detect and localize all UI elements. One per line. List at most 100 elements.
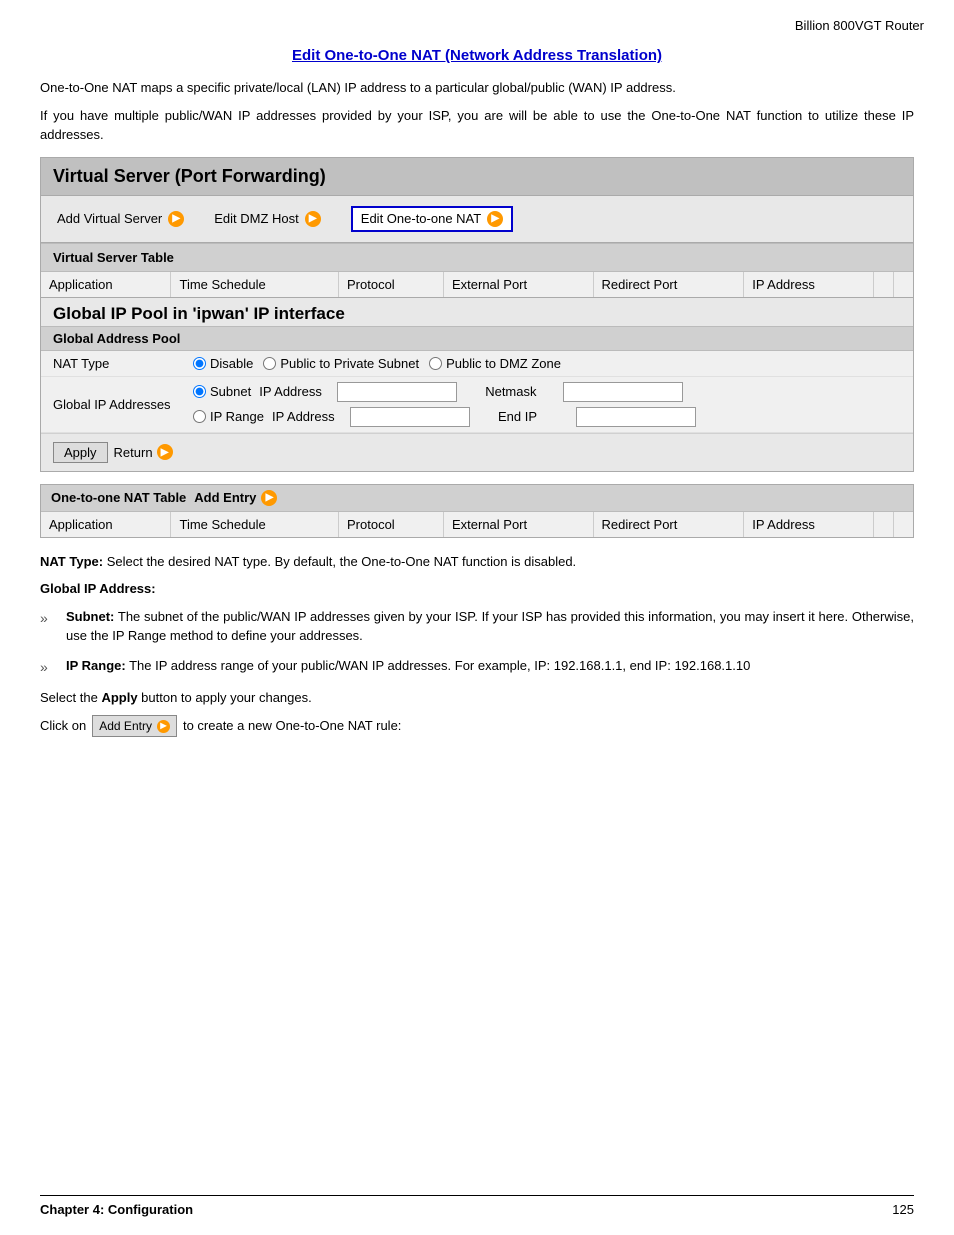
vs-col-external-port: External Port [443, 272, 593, 297]
nat-public-private-option[interactable]: Public to Private Subnet [263, 356, 419, 371]
global-ip-desc-title: Global IP Address: [40, 579, 914, 599]
add-virtual-server-btn[interactable]: Add Virtual Server ▶ [57, 211, 184, 227]
edit-one-to-one-nat-btn[interactable]: Edit One-to-one NAT ▶ [351, 206, 513, 232]
vs-col-edit [873, 272, 893, 297]
ip-range-bullet: » IP Range: The IP address range of your… [40, 656, 914, 678]
add-entry-inline-btn[interactable]: Add Entry ▶ [92, 715, 177, 737]
vs-table-section: Virtual Server Table Application Time Sc… [41, 243, 913, 298]
nat-disable-label: Disable [210, 356, 253, 371]
brand-label: Billion 800VGT Router [795, 18, 924, 33]
footer-page-number: 125 [892, 1202, 914, 1217]
nat-table: Application Time Schedule Protocol Exter… [41, 512, 913, 537]
vs-table-header-row: Application Time Schedule Protocol Exter… [41, 272, 913, 297]
bullet-icon-1: » [40, 607, 60, 646]
subnet-option[interactable]: Subnet [193, 384, 251, 399]
edit-dmz-host-btn[interactable]: Edit DMZ Host ▶ [214, 211, 321, 227]
vs-title: Virtual Server (Port Forwarding) [41, 158, 913, 196]
nat-dmz-option[interactable]: Public to DMZ Zone [429, 356, 561, 371]
nat-table-header-row: Application Time Schedule Protocol Exter… [41, 512, 913, 537]
page-title: Edit One-to-One NAT (Network Address Tra… [40, 47, 914, 64]
nat-public-private-radio[interactable] [263, 357, 276, 370]
nat-table-title: One-to-one NAT Table [51, 490, 186, 505]
nat-col-application: Application [41, 512, 171, 537]
nat-col-time-schedule: Time Schedule [171, 512, 339, 537]
nat-type-row: NAT Type Disable Public to Private Subne… [41, 351, 913, 377]
vs-col-protocol: Protocol [339, 272, 444, 297]
add-entry-btn[interactable]: Add Entry ▶ [194, 490, 277, 506]
nat-type-desc-label: NAT Type: [40, 554, 103, 569]
add-virtual-server-label: Add Virtual Server [57, 211, 162, 226]
nat-dmz-label: Public to DMZ Zone [446, 356, 561, 371]
vs-col-application: Application [41, 272, 171, 297]
vs-col-time-schedule: Time Schedule [171, 272, 339, 297]
nat-disable-radio[interactable] [193, 357, 206, 370]
global-ip-inner: Subnet IP Address Netmask IP Range IP Ad… [193, 382, 901, 427]
main-content: Edit One-to-One NAT (Network Address Tra… [0, 37, 954, 785]
vs-table: Application Time Schedule Protocol Exter… [41, 272, 913, 297]
ip-address-label-2: IP Address [272, 409, 342, 424]
footer-chapter: Chapter 4: Configuration [40, 1202, 193, 1217]
subnet-radio[interactable] [193, 385, 206, 398]
return-arrow-icon: ▶ [157, 444, 173, 460]
description-1: One-to-One NAT maps a specific private/l… [40, 78, 914, 98]
subnet-ip-input[interactable] [337, 382, 457, 402]
subnet-bold-label: Subnet: [66, 609, 114, 624]
apply-button[interactable]: Apply [53, 442, 108, 463]
nat-col-external-port: External Port [443, 512, 593, 537]
nat-type-desc-text: Select the desired NAT type. By default,… [107, 554, 576, 569]
edit-dmz-arrow-icon: ▶ [305, 211, 321, 227]
nat-col-protocol: Protocol [339, 512, 444, 537]
nat-col-ip-address: IP Address [744, 512, 873, 537]
ip-range-row: IP Range IP Address End IP [193, 407, 901, 427]
ip-range-start-input[interactable] [350, 407, 470, 427]
subnet-row: Subnet IP Address Netmask [193, 382, 901, 402]
add-vs-arrow-icon: ▶ [168, 211, 184, 227]
netmask-label: Netmask [485, 384, 555, 399]
subnet-bullet-text: Subnet: The subnet of the public/WAN IP … [66, 607, 914, 646]
end-ip-label: End IP [498, 409, 568, 424]
ip-range-desc-text: The IP address range of your public/WAN … [129, 658, 750, 673]
global-address-pool-subtitle: Global Address Pool [41, 326, 913, 351]
after-click-text: to create a new One-to-One NAT rule: [183, 716, 401, 736]
button-row: Apply Return ▶ [41, 433, 913, 471]
vs-table-title: Virtual Server Table [41, 243, 913, 272]
subnet-desc-text: The subnet of the public/WAN IP addresse… [66, 609, 914, 644]
apply-bold: Apply [101, 690, 137, 705]
return-label: Return [114, 445, 153, 460]
ip-range-radio[interactable] [193, 410, 206, 423]
add-entry-inline-icon: ▶ [157, 720, 170, 733]
nat-type-label: NAT Type [53, 356, 183, 371]
global-pool-title: Global IP Pool in 'ipwan' IP interface [41, 298, 913, 326]
bullet-icon-2: » [40, 656, 60, 678]
vs-col-ip-address: IP Address [744, 272, 873, 297]
netmask-input[interactable] [563, 382, 683, 402]
ip-range-option[interactable]: IP Range [193, 409, 264, 424]
virtual-server-box: Virtual Server (Port Forwarding) Add Vir… [40, 157, 914, 472]
nat-col-delete [893, 512, 913, 537]
end-ip-input[interactable] [576, 407, 696, 427]
edit-dmz-label: Edit DMZ Host [214, 211, 299, 226]
return-btn[interactable]: Return ▶ [114, 444, 173, 460]
global-ip-label: Global IP Addresses [53, 397, 183, 412]
global-ip-bold: Global IP Address: [40, 581, 156, 596]
click-instruction: Click on Add Entry ▶ to create a new One… [40, 715, 914, 737]
page-footer: Chapter 4: Configuration 125 [40, 1195, 914, 1217]
ip-range-label: IP Range [210, 409, 264, 424]
desc-section: NAT Type: Select the desired NAT type. B… [40, 552, 914, 738]
ip-address-label-1: IP Address [259, 384, 329, 399]
apply-instruction: Select the Apply button to apply your ch… [40, 688, 914, 708]
description-2: If you have multiple public/WAN IP addre… [40, 106, 914, 145]
nat-disable-option[interactable]: Disable [193, 356, 253, 371]
global-ip-row: Global IP Addresses Subnet IP Address Ne… [41, 377, 913, 433]
nat-col-redirect-port: Redirect Port [593, 512, 744, 537]
vs-col-redirect-port: Redirect Port [593, 272, 744, 297]
subnet-bullet: » Subnet: The subnet of the public/WAN I… [40, 607, 914, 646]
nat-dmz-radio[interactable] [429, 357, 442, 370]
nat-table-header: One-to-one NAT Table Add Entry ▶ [41, 485, 913, 512]
subnet-label: Subnet [210, 384, 251, 399]
page-header: Billion 800VGT Router [0, 0, 954, 37]
add-entry-inline-label: Add Entry [99, 717, 152, 735]
ip-range-bold-label: IP Range: [66, 658, 126, 673]
add-entry-label: Add Entry [194, 490, 256, 505]
edit-nat-arrow-icon: ▶ [487, 211, 503, 227]
